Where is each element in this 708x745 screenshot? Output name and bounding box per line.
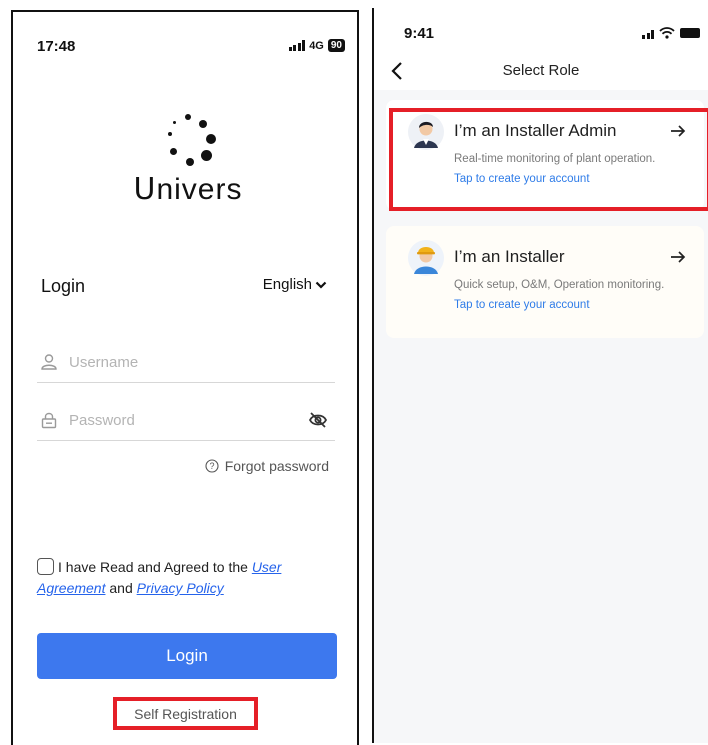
chevron-down-icon <box>315 281 327 289</box>
self-registration-button[interactable]: Self Registration <box>113 697 258 730</box>
agreement-and: and <box>105 580 137 596</box>
page-title: Select Role <box>502 62 580 79</box>
role-description: Real-time monitoring of plant operation. <box>454 153 656 165</box>
status-time: 9:41 <box>404 25 435 42</box>
logo-dots-icon <box>158 114 218 172</box>
language-label: English <box>262 276 312 293</box>
lock-icon <box>39 410 59 430</box>
login-heading: Login <box>41 276 86 296</box>
agreement-checkbox[interactable] <box>37 558 54 575</box>
svg-text:?: ? <box>209 461 214 471</box>
univers-logo: ᑌnivers <box>128 114 248 214</box>
login-screen: 17:48 4G 90 ᑌnivers Login English Userna… <box>11 10 359 745</box>
forgot-password-link[interactable]: ? Forgot password <box>205 458 329 474</box>
agreement-prefix: I have Read and Agreed to the <box>58 559 252 575</box>
role-card-installer[interactable]: I’m an Installer Quick setup, O&M, Opera… <box>386 226 704 338</box>
status-indicators: 4G 90 <box>288 39 345 52</box>
create-account-link[interactable]: Tap to create your account <box>454 173 590 185</box>
help-circle-icon: ? <box>205 459 219 473</box>
status-time: 17:48 <box>37 38 76 55</box>
username-field <box>37 342 335 383</box>
eye-off-icon[interactable] <box>307 409 329 431</box>
signal-icon <box>288 40 306 51</box>
battery-icon <box>680 28 700 38</box>
status-indicators <box>642 27 700 39</box>
installer-avatar-icon <box>408 240 444 276</box>
role-title: I’m an Installer <box>454 247 565 266</box>
role-description: Quick setup, O&M, Operation monitoring. <box>454 279 665 291</box>
create-account-link[interactable]: Tap to create your account <box>454 299 590 311</box>
privacy-policy-link[interactable]: Privacy Policy <box>137 580 224 596</box>
logo-text: ᑌnivers <box>133 173 243 206</box>
signal-icon <box>642 28 654 39</box>
role-title: I’m an Installer Admin <box>454 121 617 140</box>
login-button[interactable]: Login <box>37 633 337 679</box>
language-select[interactable]: English <box>263 276 327 293</box>
arrow-right-icon <box>671 125 686 137</box>
user-icon <box>39 352 59 372</box>
wifi-icon <box>659 27 675 39</box>
role-card-installer-admin[interactable]: I’m an Installer Admin Real-time monitor… <box>386 100 704 210</box>
top-bar: 9:41 Select Role <box>374 8 708 90</box>
battery-level: 90 <box>327 39 345 52</box>
network-type: 4G <box>309 39 324 52</box>
username-input[interactable] <box>67 352 335 372</box>
forgot-password-label: Forgot password <box>224 458 329 474</box>
status-bar: 17:48 4G 90 <box>13 12 357 55</box>
select-role-screen: 9:41 Select Role I’m an Installer Admin … <box>372 8 708 743</box>
agreement-text: I have Read and Agreed to the User Agree… <box>37 557 342 599</box>
self-registration-label: Self Registration <box>134 705 237 722</box>
password-field <box>37 400 335 441</box>
arrow-right-icon <box>671 251 686 263</box>
installer-admin-avatar-icon <box>408 114 444 150</box>
password-input[interactable] <box>67 410 307 430</box>
